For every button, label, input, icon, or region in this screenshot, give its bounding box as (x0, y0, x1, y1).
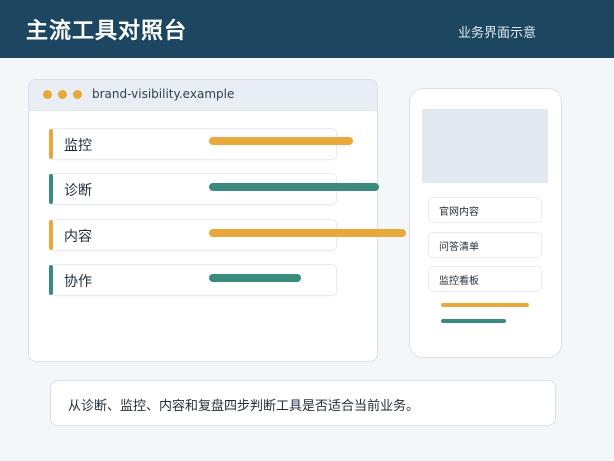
row-accent (49, 265, 53, 295)
row-bar-collab (209, 274, 301, 282)
phone-item-site-content[interactable]: 官网内容 (428, 197, 542, 223)
row-label: 诊断 (64, 183, 92, 199)
summary-note: 从诊断、监控、内容和复盘四步判断工具是否适合当前业务。 (50, 380, 556, 426)
row-label: 监控 (64, 138, 92, 154)
row-bar-diagnose (209, 183, 379, 191)
phone-line-orange (441, 303, 529, 307)
row-accent (49, 129, 53, 159)
page-title: 主流工具对照台 (26, 19, 188, 44)
phone-item-qa-list[interactable]: 问答清单 (428, 232, 542, 258)
phone-item-label: 官网内容 (439, 207, 479, 218)
browser-titlebar: brand-visibility.example (29, 80, 377, 111)
browser-window: brand-visibility.example 监控 诊断 内容 协作 (28, 79, 378, 362)
row-bar-monitor (209, 137, 353, 145)
phone-mockup: 官网内容 问答清单 监控看板 (409, 88, 562, 358)
row-label: 内容 (64, 229, 92, 245)
window-dot-icon[interactable] (73, 90, 82, 99)
phone-item-label: 问答清单 (439, 242, 479, 253)
row-label: 协作 (64, 274, 92, 290)
browser-url[interactable]: brand-visibility.example (92, 87, 234, 101)
window-dot-icon[interactable] (58, 90, 67, 99)
phone-item-label: 监控看板 (439, 276, 479, 287)
phone-item-dashboard[interactable]: 监控看板 (428, 266, 542, 292)
row-accent (49, 174, 53, 204)
row-accent (49, 220, 53, 250)
summary-text: 从诊断、监控、内容和复盘四步判断工具是否适合当前业务。 (68, 399, 420, 414)
window-dot-icon[interactable] (43, 90, 52, 99)
phone-line-teal (441, 319, 506, 323)
header-bar: 主流工具对照台 业务界面示意 (0, 0, 614, 58)
row-bar-content (209, 229, 406, 237)
page-subtitle: 业务界面示意 (457, 26, 536, 41)
phone-hero-placeholder (422, 109, 548, 183)
